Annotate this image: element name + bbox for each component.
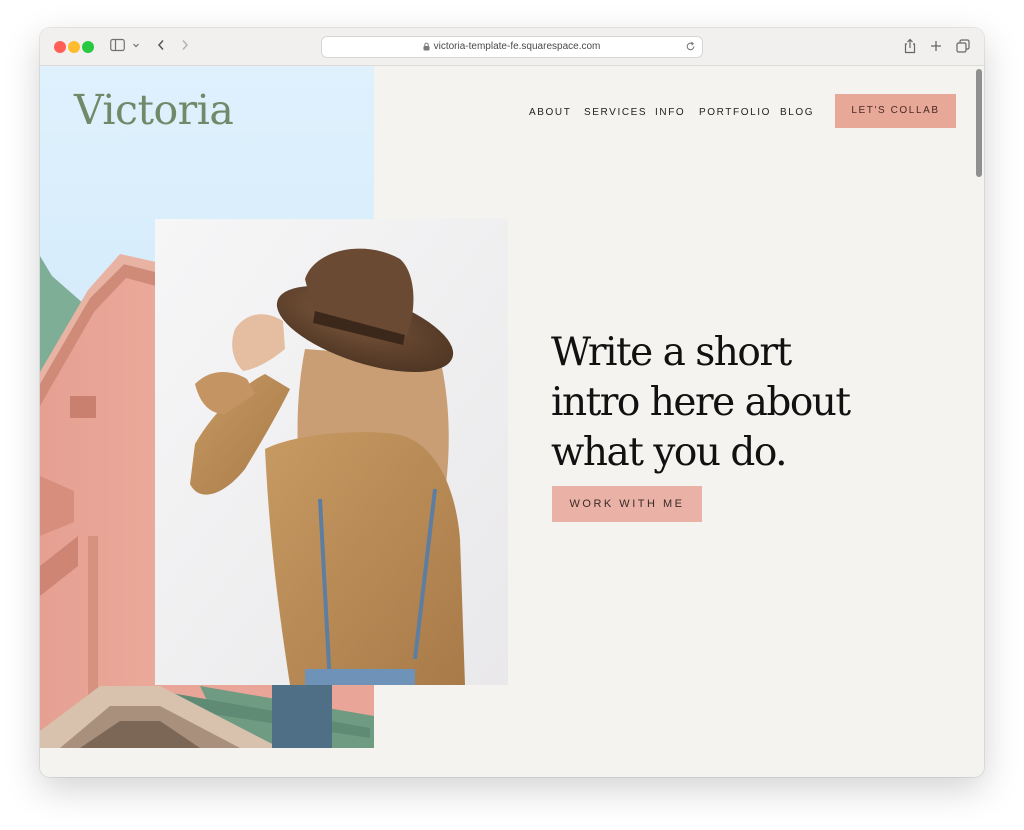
lets-collab-button[interactable]: LET'S COLLAB [835, 94, 956, 128]
hero-headline: Write a short intro here about what you … [551, 328, 911, 478]
share-icon[interactable] [904, 38, 916, 54]
page-scrollbar[interactable] [976, 69, 982, 177]
close-window-button[interactable] [54, 41, 66, 53]
browser-toolbar: victoria-template-fe.squarespace.com [40, 28, 984, 66]
lock-icon [423, 42, 430, 51]
minimize-window-button[interactable] [68, 41, 80, 53]
nav-link-portfolio[interactable]: PORTFOLIO [699, 107, 771, 118]
hero-portrait-photo [155, 219, 508, 685]
zoom-window-button[interactable] [82, 41, 94, 53]
tab-overview-icon[interactable] [956, 38, 970, 54]
hero-headline-line: Write a short [551, 330, 792, 375]
reload-icon[interactable] [685, 41, 696, 52]
sidebar-toggle-icon[interactable] [110, 38, 125, 54]
hero-headline-line: intro here about [551, 380, 851, 425]
chevron-down-icon[interactable] [132, 38, 140, 54]
browser-window: victoria-template-fe.squarespace.com Vic… [40, 28, 984, 777]
page-viewport: Victoria ABOUT SERVICES INFO PORTFOLIO B… [40, 66, 984, 777]
nav-link-info[interactable]: INFO [655, 107, 685, 118]
site-logo[interactable]: Victoria [74, 86, 234, 134]
url-text: victoria-template-fe.squarespace.com [433, 41, 601, 52]
nav-link-services[interactable]: SERVICES [584, 107, 647, 118]
new-tab-icon[interactable] [930, 38, 942, 54]
forward-arrow-icon[interactable] [180, 38, 190, 54]
nav-link-about[interactable]: ABOUT [529, 107, 571, 118]
address-bar[interactable]: victoria-template-fe.squarespace.com [321, 36, 703, 58]
back-arrow-icon[interactable] [156, 38, 166, 54]
work-with-me-button[interactable]: WORK WITH ME [552, 486, 702, 522]
nav-link-blog[interactable]: BLOG [780, 107, 814, 118]
hero-headline-line: what you do. [551, 430, 788, 475]
